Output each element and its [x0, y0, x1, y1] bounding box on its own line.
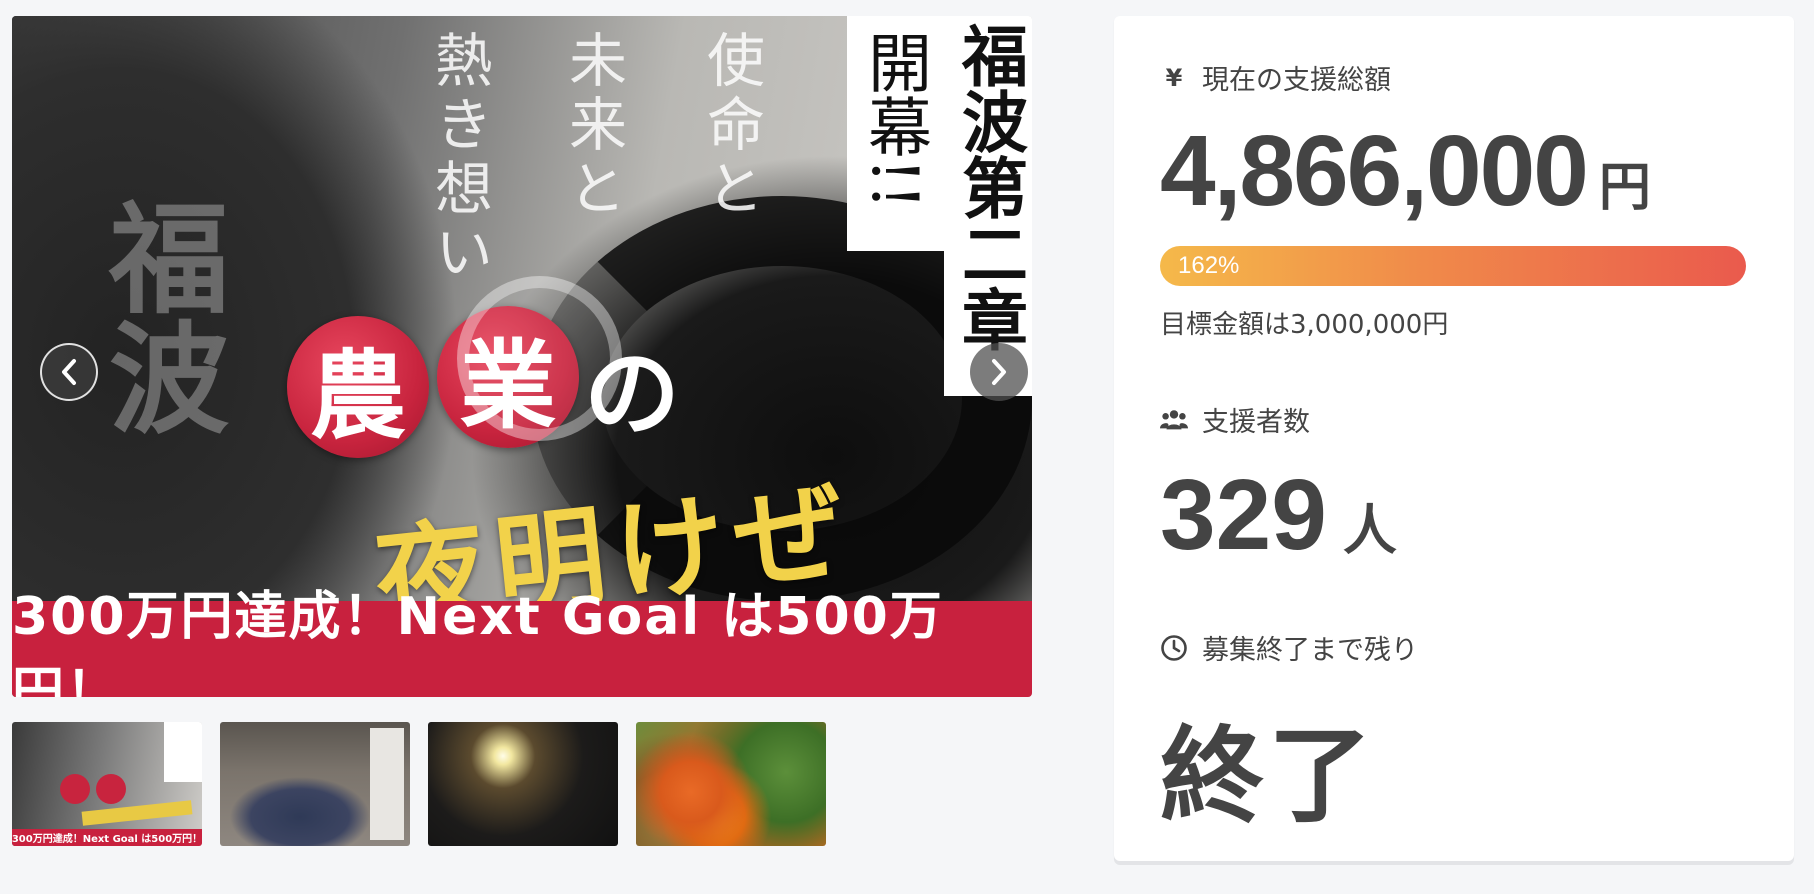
thumbnail-flag	[370, 728, 404, 840]
clock-icon	[1160, 634, 1188, 662]
backers-unit: 人	[1342, 501, 1397, 561]
backers-label-row: 支援者数	[1160, 400, 1310, 439]
progress-percent: 162%	[1178, 252, 1240, 279]
carousel-prev-button[interactable]	[40, 343, 98, 401]
amount-value-row: 4,866,000 円	[1160, 114, 1651, 229]
remaining-label: 募集終了まで残り	[1202, 635, 1418, 666]
goal-text: 目標金額は3,000,000円	[1160, 310, 1449, 340]
backers-label: 支援者数	[1202, 407, 1310, 438]
yen-icon: ¥	[1165, 63, 1183, 92]
thumbnail-circle	[60, 774, 90, 804]
main-image[interactable]: 福波 使命と 未来と 熱き想い 開幕!! 福波第二章 農 業 の 夜明けぜよ! …	[12, 16, 1032, 697]
funding-panel: ¥ 現在の支援総額 4,866,000 円 162% 目標金額は3,000,00…	[1114, 16, 1794, 861]
amount-value: 4,866,000	[1160, 115, 1589, 227]
chevron-right-icon	[992, 359, 1006, 385]
remaining-label-row: 募集終了まで残り	[1160, 628, 1418, 667]
progress-bar: 162%	[1160, 246, 1746, 286]
thumbnail-headline	[81, 800, 193, 826]
thumbnail-banner: 300万円達成！Next Goal は500万円！	[12, 829, 202, 846]
hero-vertical-text-1: 使命と	[697, 30, 765, 222]
thumbnail-4[interactable]	[636, 722, 826, 846]
users-icon	[1160, 406, 1188, 434]
hero-vertical-text-2: 未来と	[559, 30, 627, 222]
amount-label-row: ¥ 現在の支援総額	[1160, 58, 1391, 97]
carousel-next-button[interactable]	[970, 343, 1028, 401]
backers-value-row: 329 人	[1160, 458, 1397, 573]
amount-label: 現在の支援総額	[1202, 65, 1391, 96]
hero-kaimaku-text: 開幕!!	[857, 30, 931, 210]
thumbnail-3[interactable]	[428, 722, 618, 846]
hero-goal-banner: 300万円達成！Next Goal は500万円！	[12, 587, 1032, 697]
amount-unit: 円	[1598, 159, 1651, 217]
hero-circle-1: 農	[287, 316, 429, 458]
play-overlay	[457, 276, 622, 441]
thumbnail-1[interactable]: 300万円達成！Next Goal は500万円！	[12, 722, 202, 846]
hero-shirt-text: 福波	[88, 196, 229, 436]
hero-chapter-text: 福波第二章	[951, 22, 1029, 352]
hero-vertical-text-3: 熱き想い	[425, 30, 493, 286]
chevron-left-icon	[62, 359, 76, 385]
thumbnail-circle	[96, 774, 126, 804]
thumbnail-strip: 300万円達成！Next Goal は500万円！	[12, 722, 826, 846]
thumbnail-2[interactable]	[220, 722, 410, 846]
backers-value: 329	[1160, 459, 1327, 571]
remaining-value: 終了	[1160, 715, 1377, 837]
thumbnail-badge-box	[164, 722, 202, 782]
